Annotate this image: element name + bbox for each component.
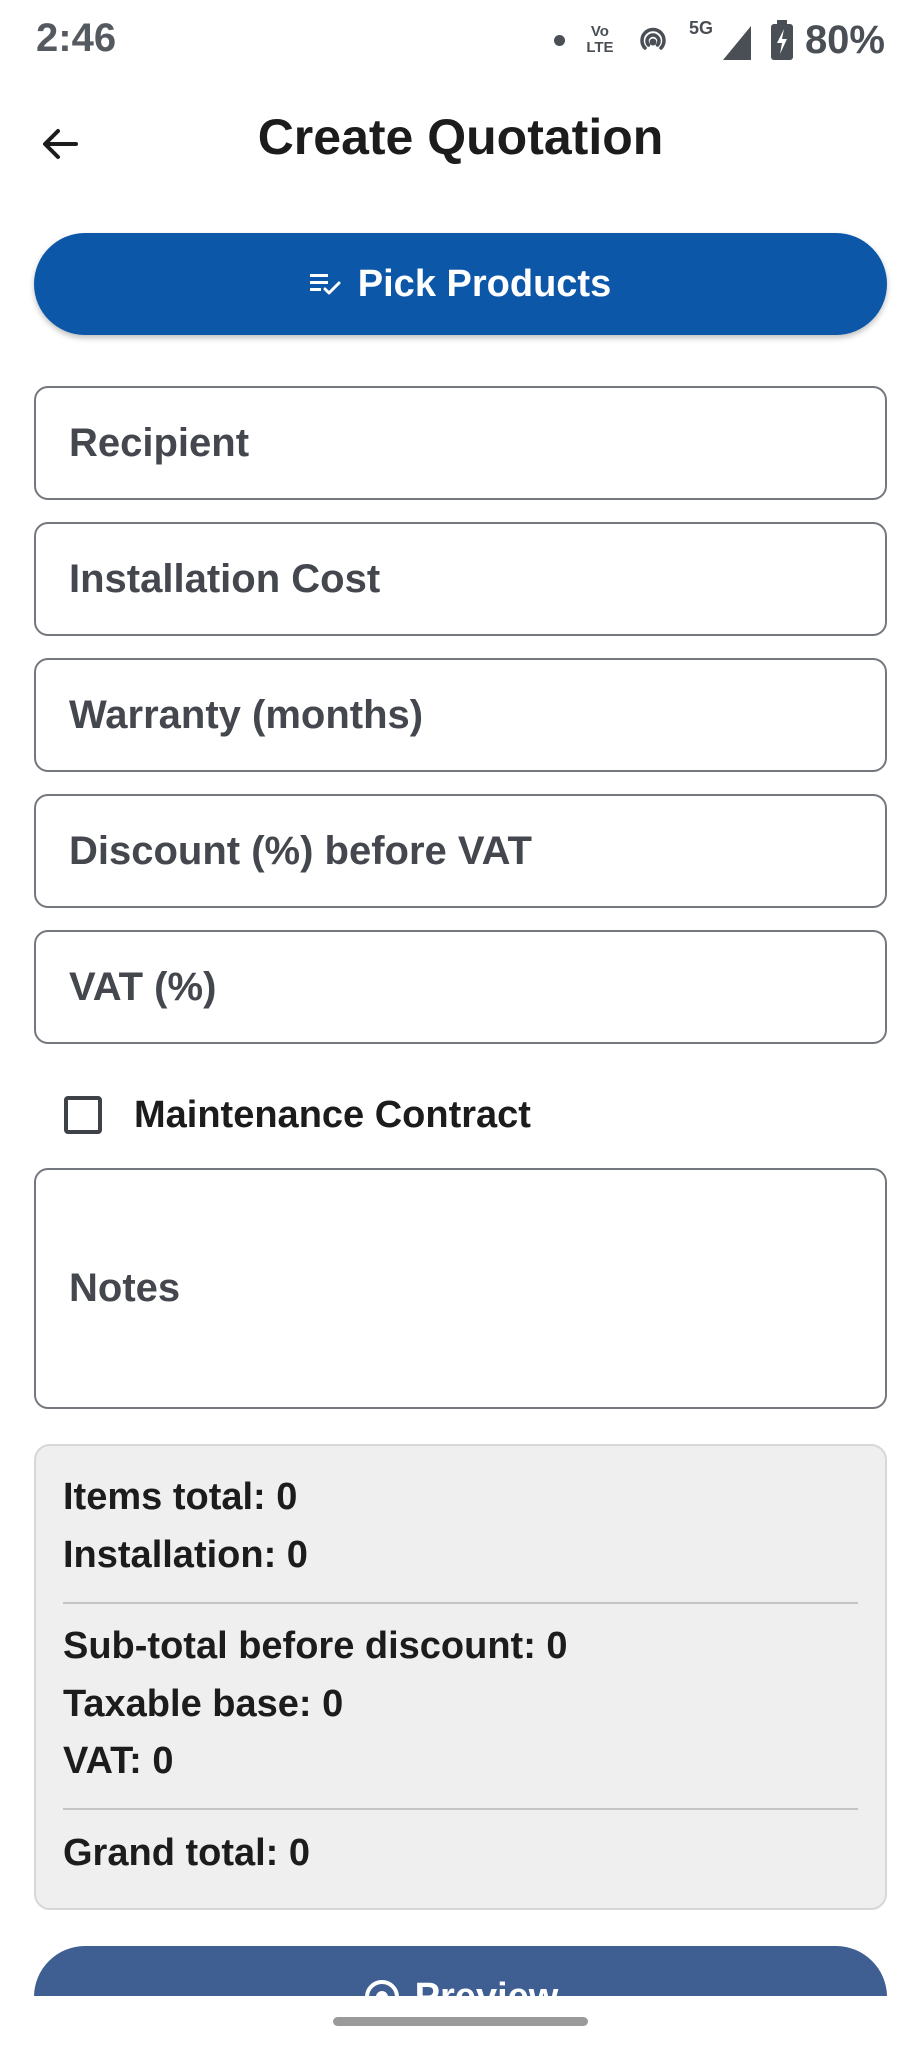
signal-indicator: 5G xyxy=(689,18,753,62)
status-icons: Vo LTE 5G 80% xyxy=(553,14,885,66)
maintenance-contract-checkbox-row[interactable]: Maintenance Contract xyxy=(64,1090,531,1140)
hotspot-icon xyxy=(640,27,666,50)
discount-field[interactable]: Discount (%) before VAT xyxy=(34,794,887,908)
preview-label: Preview xyxy=(415,1976,559,1997)
status-bar: 2:46 Vo LTE 5G 80% xyxy=(0,0,921,84)
warranty-field[interactable]: Warranty (months) xyxy=(34,658,887,772)
installation-total-text: Installation: 0 xyxy=(63,1534,308,1576)
volte-icon: Vo LTE xyxy=(583,24,617,56)
app-bar: Create Quotation xyxy=(0,92,921,188)
recipient-placeholder: Recipient xyxy=(69,420,250,465)
summary-divider xyxy=(63,1602,858,1604)
status-time: 2:46 xyxy=(36,16,117,60)
eye-icon xyxy=(364,1980,399,1996)
installation-cost-field[interactable]: Installation Cost xyxy=(34,522,887,636)
gesture-nav-bar[interactable] xyxy=(333,2017,588,2026)
maintenance-contract-label: Maintenance Contract xyxy=(134,1093,531,1136)
battery-charging-icon xyxy=(770,20,793,60)
discount-placeholder: Discount (%) before VAT xyxy=(69,828,532,873)
taxable-base-text: Taxable base: 0 xyxy=(63,1683,344,1725)
preview-button[interactable]: Preview xyxy=(34,1946,887,1996)
installation-cost-placeholder: Installation Cost xyxy=(69,556,381,601)
vat-field[interactable]: VAT (%) xyxy=(34,930,887,1044)
items-total-text: Items total: 0 xyxy=(63,1476,298,1518)
page-title: Create Quotation xyxy=(257,109,664,165)
maintenance-contract-checkbox[interactable] xyxy=(64,1096,102,1134)
checklist-icon xyxy=(309,274,341,295)
notes-placeholder: Notes xyxy=(69,1266,181,1310)
summary-divider xyxy=(63,1808,858,1810)
notification-dot-icon xyxy=(553,34,565,46)
summary-card: Items total: 0 Installation: 0 Sub-total… xyxy=(34,1444,887,1910)
signal-icon xyxy=(722,26,751,60)
pick-products-label: Pick Products xyxy=(357,262,612,305)
vat-placeholder: VAT (%) xyxy=(69,964,217,1009)
pick-products-button[interactable]: Pick Products xyxy=(34,233,887,335)
volte-top-text: Vo xyxy=(590,23,609,40)
volte-bottom-text: LTE xyxy=(586,39,614,56)
battery-percent: 80% xyxy=(804,17,885,62)
subtotal-text: Sub-total before discount: 0 xyxy=(63,1625,568,1667)
recipient-field[interactable]: Recipient xyxy=(34,386,887,500)
notes-field[interactable]: Notes xyxy=(34,1168,887,1409)
grand-total-text: Grand total: 0 xyxy=(63,1832,311,1874)
vat-total-text: VAT: 0 xyxy=(63,1740,174,1782)
warranty-placeholder: Warranty (months) xyxy=(69,692,424,737)
preview-button-clip: Preview xyxy=(0,1940,921,1996)
